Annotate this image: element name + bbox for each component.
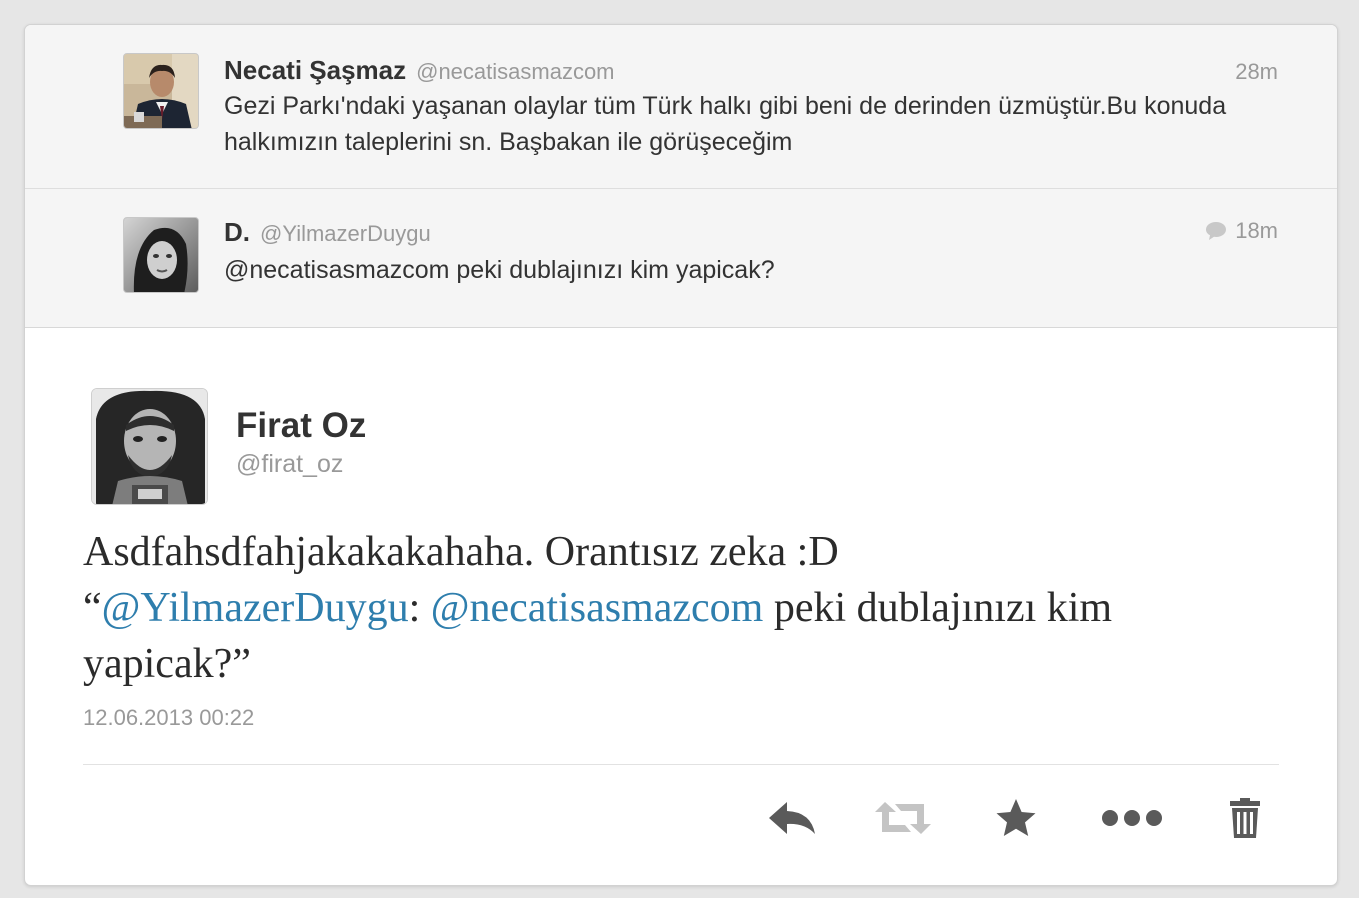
context-tweet-header: Necati Şaşmaz @necatisasmazcom 28m: [224, 55, 1278, 86]
tweet-detail-card: Necati Şaşmaz @necatisasmazcom 28m Gezi …: [24, 24, 1338, 886]
tweet-quote: “@YilmazerDuygu: @necatisasmazcom peki d…: [83, 580, 1283, 692]
more-button[interactable]: [1095, 794, 1169, 842]
conversation-icon: [1206, 222, 1227, 240]
tweet-text: @necatisasmazcom peki dublajınızı kim ya…: [224, 256, 775, 284]
main-tweet: Firat Oz @firat_oz Asdfahsdfahjakakakaha…: [25, 328, 1337, 885]
favorite-icon: [996, 799, 1036, 836]
mention-link[interactable]: @necatisasmazcom: [431, 585, 764, 631]
mention-link[interactable]: @YilmazerDuygu: [102, 585, 409, 631]
separator: :: [408, 585, 431, 631]
retweet-icon: [875, 802, 931, 834]
reply-icon: [769, 802, 815, 834]
more-icon: [1102, 810, 1162, 826]
delete-button[interactable]: [1221, 794, 1269, 842]
avatar[interactable]: [91, 388, 208, 505]
reply-button[interactable]: [761, 794, 821, 842]
avatar[interactable]: [123, 53, 199, 129]
avatar[interactable]: [123, 217, 199, 293]
author-name[interactable]: D.: [224, 217, 250, 248]
author-name[interactable]: Firat Oz: [236, 406, 366, 446]
tweet-time: 18m: [1205, 218, 1278, 244]
context-tweet[interactable]: D. @YilmazerDuygu 18m @necatisasmazcom p…: [25, 189, 1337, 328]
author-handle[interactable]: @necatisasmazcom: [416, 59, 614, 85]
context-tweet-header: D. @YilmazerDuygu 18m: [224, 217, 1278, 248]
delete-icon: [1230, 798, 1260, 838]
quote-open: “: [83, 585, 102, 631]
tweet-timestamp: 12.06.2013 00:22: [83, 705, 255, 730]
author-handle[interactable]: @YilmazerDuygu: [260, 221, 431, 247]
divider: [83, 764, 1279, 765]
tweet-text: Gezi Parkı'ndaki yaşanan olaylar tüm Tür…: [224, 92, 1227, 156]
action-bar: [25, 794, 1337, 844]
context-tweet[interactable]: Necati Şaşmaz @necatisasmazcom 28m Gezi …: [25, 25, 1337, 189]
favorite-button[interactable]: [987, 794, 1045, 842]
time-label: 18m: [1235, 218, 1278, 243]
tweet-time: 28m: [1235, 59, 1278, 85]
author-handle[interactable]: @firat_oz: [236, 450, 343, 479]
author-name[interactable]: Necati Şaşmaz: [224, 55, 406, 86]
tweet-text: Asdfahsdfahjakakakahaha. Orantısız zeka …: [83, 524, 1283, 692]
retweet-button[interactable]: [871, 794, 935, 842]
time-label: 28m: [1235, 59, 1278, 84]
tweet-text-line: Asdfahsdfahjakakakahaha. Orantısız zeka …: [83, 529, 839, 575]
